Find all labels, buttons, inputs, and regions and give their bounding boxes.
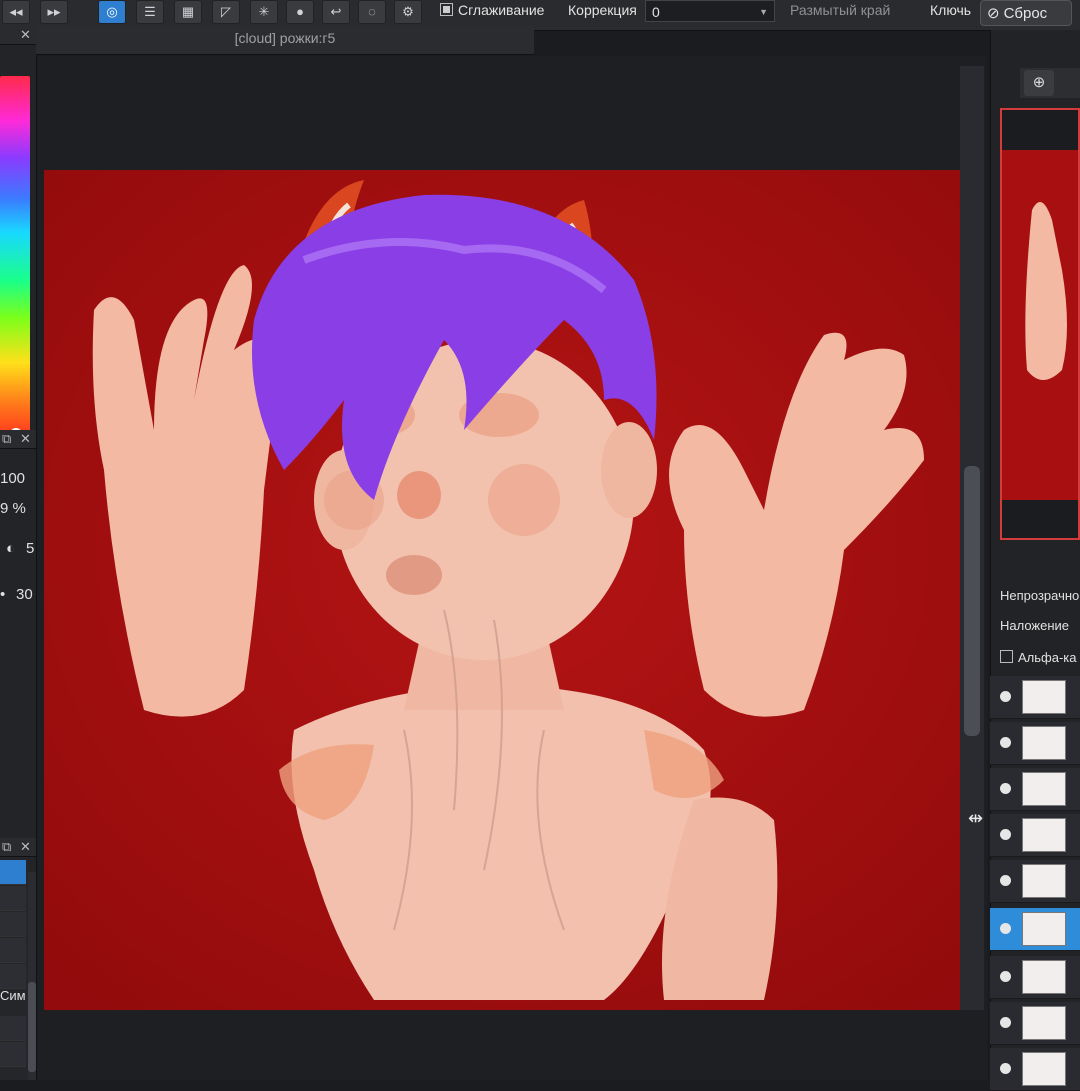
navigator-thumbnail xyxy=(1002,150,1078,500)
eye-icon[interactable] xyxy=(1000,829,1011,840)
layer-thumbnail xyxy=(1022,912,1066,946)
nav-back-icon[interactable]: ◂◂ xyxy=(2,0,30,24)
layer-row[interactable] xyxy=(990,1002,1080,1045)
layer-thumbnail xyxy=(1022,1006,1066,1040)
layer-row[interactable] xyxy=(990,768,1080,811)
layer-row-selected[interactable] xyxy=(990,908,1080,951)
eye-icon[interactable] xyxy=(1000,691,1011,702)
swatch-grid: Сим xyxy=(0,860,28,1080)
grid-cell[interactable] xyxy=(0,938,26,963)
grid-cell[interactable] xyxy=(0,886,26,911)
close-icon[interactable]: ✕ xyxy=(20,27,31,43)
nav-forward-icon[interactable]: ▸▸ xyxy=(40,0,68,24)
reset-icon: ⊘ xyxy=(987,5,1000,22)
alpha-label: Альфа-ка xyxy=(1018,650,1077,665)
zoom-icon[interactable]: ⊕ xyxy=(1024,70,1054,96)
right-cheek xyxy=(488,464,560,536)
hue-slider[interactable] xyxy=(0,76,30,448)
layer-row[interactable] xyxy=(990,956,1080,999)
grid-cell[interactable] xyxy=(0,860,26,885)
brush-density-value: 30 xyxy=(16,586,33,603)
grid-cell[interactable] xyxy=(0,1016,26,1041)
circle-icon[interactable]: ● xyxy=(286,0,314,24)
eye-icon[interactable] xyxy=(1000,783,1011,794)
brush-pane-header: ⧉ ✕ xyxy=(0,430,36,449)
navigator-preview[interactable] xyxy=(1000,108,1080,540)
scroll-thumb[interactable] xyxy=(964,466,980,736)
nose xyxy=(397,471,441,519)
eye-icon[interactable] xyxy=(1000,971,1011,982)
layer-list xyxy=(990,676,1080,1091)
layer-row[interactable] xyxy=(990,860,1080,903)
document-tab[interactable]: [cloud] рожки:г5 xyxy=(36,26,534,55)
dot-icon: • xyxy=(0,586,6,603)
brush-opacity-value[interactable]: 9 % xyxy=(0,500,26,517)
layer-row[interactable] xyxy=(990,1048,1080,1091)
eye-icon[interactable] xyxy=(1000,1063,1011,1074)
key-button[interactable]: Ключь xyxy=(930,2,971,18)
perspective-icon[interactable]: ◸ xyxy=(212,0,240,24)
close-icon[interactable]: ✕ xyxy=(20,839,31,855)
color-pane-header: ✕ xyxy=(0,26,36,45)
smoothing-label: Сглаживание xyxy=(458,2,545,18)
close-icon[interactable]: ✕ xyxy=(20,431,31,447)
detach-icon[interactable]: ⧉ xyxy=(2,431,11,447)
layer-row[interactable] xyxy=(990,722,1080,765)
swatch-scrollbar[interactable] xyxy=(28,872,36,1080)
layer-thumbnail xyxy=(1022,960,1066,994)
gear-icon[interactable]: ⚙ xyxy=(394,0,422,24)
grid-cell[interactable] xyxy=(0,1042,26,1067)
grid-cell[interactable] xyxy=(0,964,26,989)
layer-thumbnail xyxy=(1022,818,1066,852)
layer-thumbnail xyxy=(1022,1052,1066,1086)
reset-button[interactable]: ⊘ Сброс xyxy=(980,0,1072,26)
grid-cell[interactable] xyxy=(0,912,26,937)
eye-icon[interactable] xyxy=(1000,1017,1011,1028)
radial-icon[interactable]: ✳ xyxy=(250,0,278,24)
grid-icon[interactable]: ▦ xyxy=(174,0,202,24)
resize-cursor-icon: ⇹ xyxy=(968,808,984,828)
reset-label: Сброс xyxy=(1003,5,1048,22)
eye-icon[interactable] xyxy=(1000,737,1011,748)
layer-opacity-label: Непрозрачно xyxy=(1000,588,1080,603)
layers-icon[interactable]: ☰ xyxy=(136,0,164,24)
document-title: [cloud] рожки:г5 xyxy=(234,30,336,46)
correction-select[interactable]: 0 ▼ xyxy=(645,0,775,22)
correction-label: Коррекция xyxy=(568,2,637,18)
layer-row[interactable] xyxy=(990,676,1080,719)
smoothing-check-icon xyxy=(440,3,453,16)
alpha-check-icon xyxy=(1000,650,1013,663)
alpha-checkbox[interactable]: Альфа-ка xyxy=(1000,650,1077,665)
ring-icon[interactable]: ◌ xyxy=(358,0,386,24)
mouth xyxy=(386,555,442,595)
smoothing-checkbox[interactable]: Сглаживание xyxy=(440,2,544,18)
canvas-scrollbar[interactable] xyxy=(960,66,984,1010)
layer-row[interactable] xyxy=(990,814,1080,857)
grid-label: Сим xyxy=(0,988,26,1003)
detach-icon[interactable]: ⧉ xyxy=(2,839,11,855)
brush-size-value[interactable]: 100 xyxy=(0,470,25,487)
brush-shape-icon[interactable]: ◐ xyxy=(6,540,15,557)
eye-icon[interactable] xyxy=(1000,923,1011,934)
correction-value: 0 xyxy=(652,4,660,20)
scroll-thumb[interactable] xyxy=(28,982,36,1072)
key-label: Ключь xyxy=(930,2,972,18)
chevron-down-icon: ▼ xyxy=(759,7,768,17)
eye-icon[interactable] xyxy=(1000,875,1011,886)
layer-blending-label: Наложение xyxy=(1000,618,1070,633)
layer-thumbnail xyxy=(1022,680,1066,714)
artwork-canvas[interactable] xyxy=(44,170,980,1010)
brush-hardness-value: 5 xyxy=(26,540,35,557)
grid-pane-header: ⧉ ✕ xyxy=(0,838,36,857)
layer-thumbnail xyxy=(1022,726,1066,760)
soft-edge-checkbox[interactable]: Размытый край xyxy=(790,2,890,18)
right-ear xyxy=(601,422,657,518)
brush-mode-icon[interactable]: ◎ xyxy=(98,0,126,24)
curve-icon[interactable]: ↩ xyxy=(322,0,350,24)
layer-thumbnail xyxy=(1022,772,1066,806)
soft-edge-label: Размытый край xyxy=(790,2,891,18)
layer-thumbnail xyxy=(1022,864,1066,898)
